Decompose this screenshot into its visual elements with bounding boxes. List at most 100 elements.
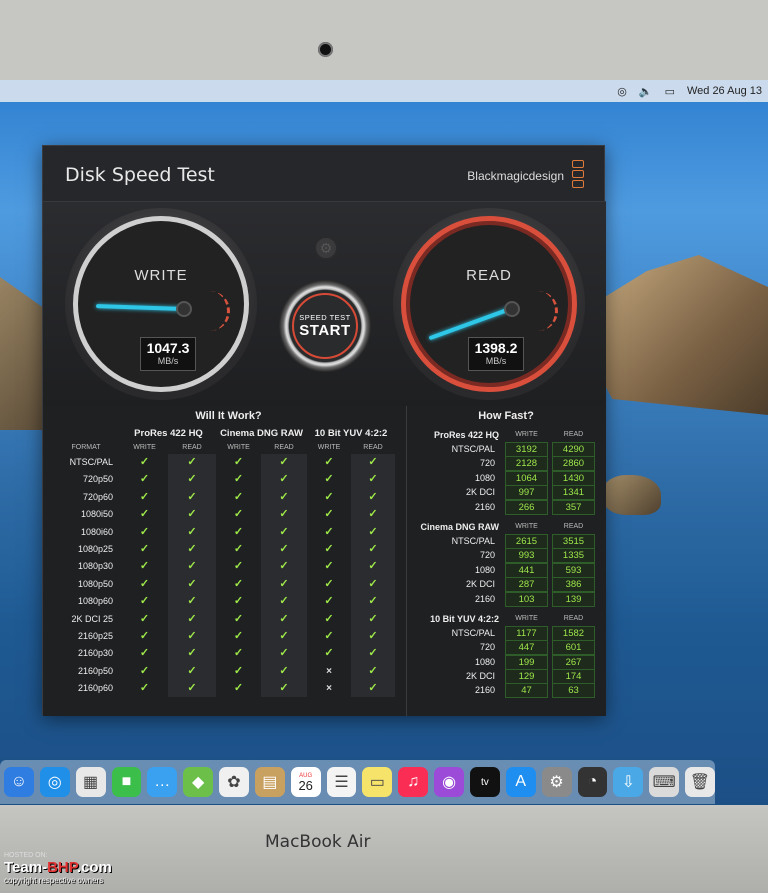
format-label: NTSC/PAL bbox=[451, 535, 495, 546]
check-icon: ✓ bbox=[324, 508, 334, 521]
format-label: 1080i60 bbox=[80, 526, 113, 537]
check-icon: ✓ bbox=[261, 540, 307, 559]
cross-icon: × bbox=[326, 665, 332, 677]
table-row: 720p60 ✓ ✓ ✓ ✓ ✓ ✓ bbox=[51, 488, 406, 507]
check-icon: ✓ bbox=[233, 577, 244, 590]
check-icon: ✓ bbox=[351, 540, 395, 559]
screen-mirroring-icon[interactable]: ◎ bbox=[617, 85, 627, 98]
read-fps: 601 bbox=[552, 640, 595, 656]
check-icon: ✓ bbox=[168, 506, 216, 524]
check-icon: ✓ bbox=[351, 506, 395, 524]
appstore-icon[interactable]: A bbox=[505, 767, 536, 797]
check-icon: ✓ bbox=[261, 575, 307, 594]
system-preferences-icon[interactable]: ⚙ bbox=[541, 767, 572, 797]
write-fps: 2615 bbox=[505, 533, 548, 549]
read-fps: 139 bbox=[552, 591, 595, 607]
check-icon: ✓ bbox=[233, 612, 244, 625]
volume-icon[interactable]: 🔈 bbox=[639, 85, 653, 98]
check-icon: ✓ bbox=[351, 680, 395, 698]
screen-bezel: ◎ 🔈 ▭ Wed 26 Aug 13 Disk Speed Test Blac… bbox=[0, 0, 768, 808]
check-icon: ✓ bbox=[324, 525, 334, 538]
finder-icon[interactable]: ☺ bbox=[4, 767, 34, 797]
format-header: FORMAT bbox=[71, 444, 101, 451]
disk-speed-test-icon[interactable]: ◔ bbox=[577, 767, 608, 797]
write-value: 1047.3 bbox=[146, 340, 190, 356]
battery-icon[interactable]: ▭ bbox=[665, 85, 675, 98]
safari-icon[interactable]: ◎ bbox=[39, 767, 70, 797]
downloads-icon[interactable]: ⇩ bbox=[613, 767, 644, 797]
write-fps: 997 bbox=[505, 485, 548, 501]
photos-icon[interactable]: ✿ bbox=[219, 767, 249, 797]
table-row: 2160 266 357 bbox=[411, 499, 601, 515]
contacts-icon[interactable]: ▤ bbox=[254, 767, 285, 797]
check-icon: ✓ bbox=[261, 471, 307, 489]
gauge-hub bbox=[176, 301, 192, 317]
check-icon: ✓ bbox=[324, 595, 334, 608]
wallpaper-cliff-right bbox=[595, 255, 768, 415]
check-icon: ✓ bbox=[233, 508, 244, 521]
write-needle bbox=[95, 303, 183, 311]
music-icon[interactable]: ♫ bbox=[398, 767, 429, 797]
messages-icon[interactable]: … bbox=[147, 767, 178, 797]
check-icon: ✓ bbox=[324, 577, 334, 590]
check-icon: ✓ bbox=[233, 595, 244, 608]
write-fps: 103 bbox=[505, 591, 548, 607]
format-label: 1080p60 bbox=[77, 596, 113, 607]
format-label: 1080p50 bbox=[77, 578, 113, 589]
watermark: HOSTED ON: Team-BHP.com copyright respec… bbox=[4, 852, 112, 885]
laptop-frame: ◎ 🔈 ▭ Wed 26 Aug 13 Disk Speed Test Blac… bbox=[0, 0, 768, 893]
check-icon: ✓ bbox=[324, 647, 334, 660]
write-fps: 447 bbox=[505, 640, 548, 656]
check-icon: ✓ bbox=[351, 558, 395, 576]
write-fps: 993 bbox=[505, 548, 548, 564]
maps-icon[interactable]: ◆ bbox=[183, 767, 214, 797]
keyboard-icon[interactable]: ⌨ bbox=[649, 767, 680, 797]
read-needle bbox=[428, 307, 511, 341]
blackmagic-logo-icon bbox=[572, 160, 584, 188]
format-label: NTSC/PAL bbox=[451, 627, 495, 638]
trash-icon[interactable]: 🗑 bbox=[685, 767, 715, 797]
table-row: 2160p60 ✓ ✓ ✓ ✓ × ✓ bbox=[51, 680, 406, 698]
check-icon: ✓ bbox=[261, 523, 307, 541]
format-label: 1080p30 bbox=[77, 561, 113, 572]
read-header: READ bbox=[563, 522, 584, 530]
will-it-work-title: Will It Work? bbox=[195, 410, 262, 422]
check-icon: ✓ bbox=[168, 593, 216, 611]
read-fps: 2860 bbox=[552, 456, 595, 472]
watermark-site-b: BHP bbox=[47, 859, 77, 876]
menubar-clock[interactable]: Wed 26 Aug 13 bbox=[687, 85, 762, 97]
group-name: 10 Bit YUV 4:2:2 bbox=[430, 613, 499, 624]
compat-group-header: Cinema DNG RAW bbox=[220, 428, 303, 439]
table-row: 1080p30 ✓ ✓ ✓ ✓ ✓ ✓ bbox=[51, 558, 406, 576]
check-icon: ✓ bbox=[233, 682, 244, 695]
table-row: 2K DCI 997 1341 bbox=[411, 485, 601, 501]
calendar-icon[interactable]: AUG 26 bbox=[290, 767, 321, 797]
preview-icon[interactable]: ▦ bbox=[75, 767, 106, 797]
laptop-bottom-bezel bbox=[0, 808, 768, 893]
read-gauge: READ 1398.2 MB/s bbox=[393, 208, 585, 400]
check-icon: ✓ bbox=[139, 577, 150, 590]
check-icon: ✓ bbox=[261, 454, 307, 472]
format-label: NTSC/PAL bbox=[69, 457, 113, 467]
check-icon: ✓ bbox=[233, 525, 244, 538]
reminders-icon[interactable]: ☰ bbox=[326, 767, 357, 797]
read-fps: 3515 bbox=[552, 533, 595, 549]
check-icon: ✓ bbox=[139, 647, 150, 660]
facetime-icon[interactable]: ■ bbox=[111, 767, 142, 797]
gear-icon[interactable]: ⚙ bbox=[314, 236, 338, 260]
speed-test-start-button[interactable]: SPEED TEST START bbox=[279, 280, 371, 372]
format-label: NTSC/PAL bbox=[451, 444, 495, 454]
check-icon: ✓ bbox=[168, 662, 216, 681]
check-icon: ✓ bbox=[351, 593, 395, 611]
notes-icon[interactable]: ▭ bbox=[362, 767, 393, 797]
how-fast-table: ProRes 422 HQ WRITE READ NTSC/PAL 3192 4290 72… bbox=[411, 428, 601, 699]
check-icon: ✓ bbox=[168, 645, 216, 663]
format-label: 720p60 bbox=[82, 491, 113, 502]
check-icon: ✓ bbox=[139, 560, 150, 573]
table-row: 1080 199 267 bbox=[411, 654, 601, 670]
check-icon: ✓ bbox=[168, 540, 216, 559]
podcasts-icon[interactable]: ◉ bbox=[434, 767, 464, 797]
appletv-icon[interactable]: tv bbox=[469, 767, 500, 797]
write-header: WRITE bbox=[515, 614, 538, 622]
write-unit: MB/s bbox=[157, 356, 179, 366]
